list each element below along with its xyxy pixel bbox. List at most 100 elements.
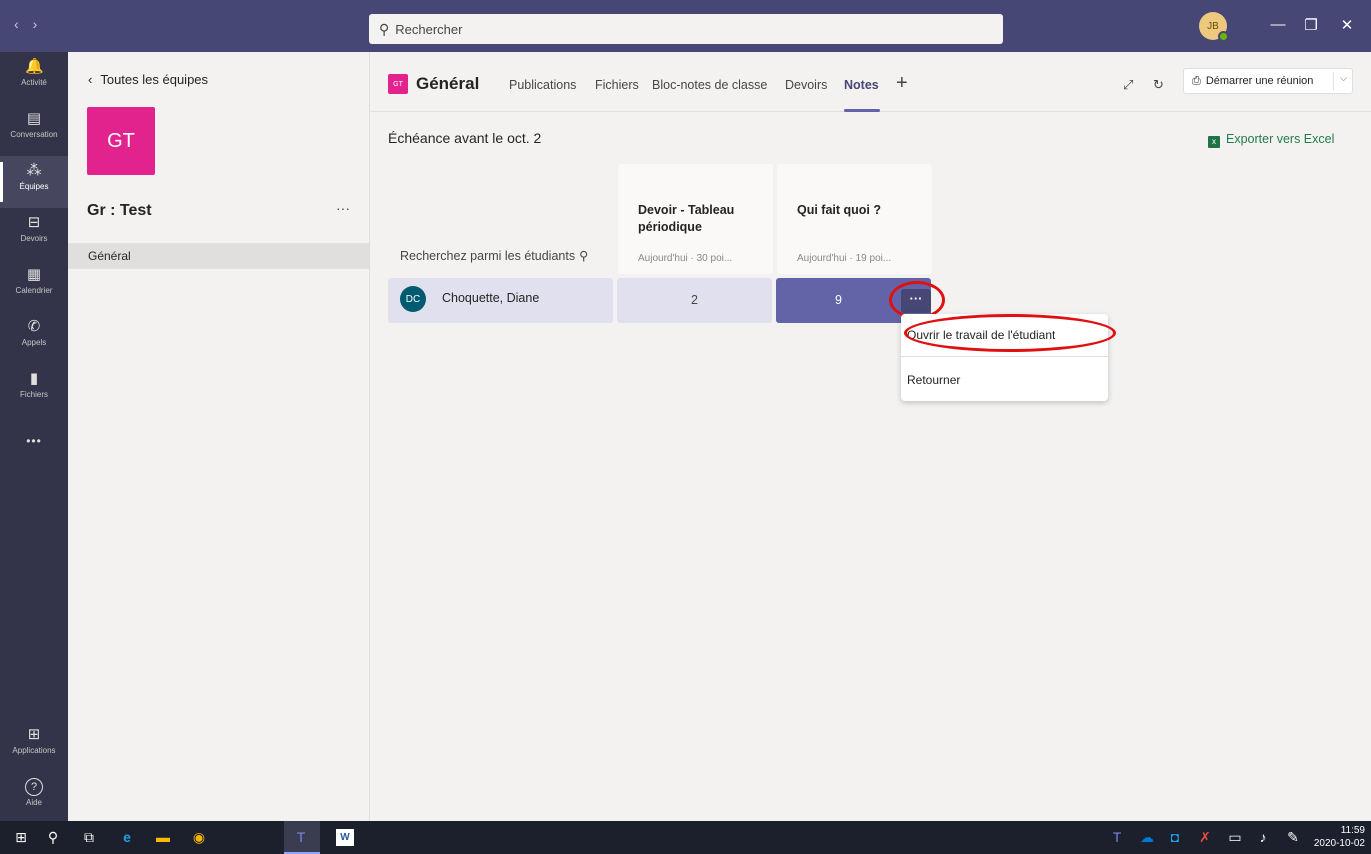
team-name: Gr : Test [87,202,152,219]
rail-item-label: Devoirs [20,234,48,243]
clock-date: 2020-10-02 [1313,838,1365,849]
tab-grades[interactable]: Notes [844,78,879,92]
rail-item-label: Équipes [19,182,49,191]
teams-tray-icon[interactable]: T [1108,829,1126,846]
rail-item-files[interactable]: ▮ Fichiers [0,364,68,416]
all-teams-label: Toutes les équipes [100,72,209,87]
windows-taskbar: ⊞ ⚲ ⧉ e ▬ ◉ T W T ☁ ◘ ✗ ▭ ♪ ✎ 11:59 2020… [0,821,1371,854]
start-meeting-label: Démarrer une réunion [1205,75,1314,87]
tab-assignments[interactable]: Devoirs [785,78,827,92]
app-rail: 🔔 Activité ▤ Conversation ⁂ Équipes ⊟ De… [0,52,68,821]
assignment-column-header[interactable]: Devoir - Tableau périodique Aujourd'hui … [618,164,773,274]
menu-divider [901,356,1108,357]
onedrive-icon[interactable]: ☁ [1138,829,1156,846]
bell-icon: 🔔 [25,58,44,75]
rail-item-activity[interactable]: 🔔 Activité [0,52,68,104]
chevron-left-icon: ‹ [88,72,93,87]
chat-icon: ▤ [26,110,42,127]
rail-item-label: Applications [12,746,56,755]
close-button[interactable]: ✕ [1337,16,1357,34]
due-date-heading: Échéance avant le oct. 2 [388,130,542,146]
search-input[interactable]: ⚲ Rechercher [369,14,1003,44]
chrome-icon[interactable]: ◉ [190,829,208,846]
student-name: Choquette, Diane [442,291,540,305]
add-tab-button[interactable]: + [896,72,908,95]
main-content: GT Général Publications Fichiers Bloc-no… [371,52,1371,821]
student-avatar: DC [400,286,426,312]
grade-cell[interactable]: 2 [617,278,772,323]
minimize-button[interactable]: — [1268,16,1288,33]
channel-item-general[interactable]: Général [68,243,369,269]
rail-item-label: Activité [21,78,47,87]
apps-icon: ⊞ [27,726,41,743]
tab-publications[interactable]: Publications [509,78,576,92]
file-explorer-icon[interactable]: ▬ [154,829,172,846]
rail-item-label: Calendrier [15,286,53,295]
divider [1333,72,1334,90]
rail-more-button[interactable]: ••• [0,426,68,478]
rail-item-calendar[interactable]: ▦ Calendrier [0,260,68,312]
pen-icon[interactable]: ✎ [1284,829,1302,846]
team-more-options-button[interactable]: ··· [336,200,350,216]
excel-icon: x [1208,136,1220,148]
expand-icon[interactable]: ⤢ [1123,77,1133,93]
rail-item-teams[interactable]: ⁂ Équipes [0,156,68,208]
export-to-excel-link[interactable]: x Exporter vers Excel [1208,132,1334,148]
tray-app-icon[interactable]: ✗ [1196,829,1214,846]
refresh-icon[interactable]: ↻ [1153,77,1164,93]
user-initials: JB [1207,20,1219,32]
chevron-down-icon[interactable]: ⌵ [1340,73,1347,84]
channel-header: GT Général Publications Fichiers Bloc-no… [371,52,1371,112]
rail-item-label: Fichiers [19,390,48,399]
task-view-icon[interactable]: ⧉ [80,829,98,846]
volume-icon[interactable]: ♪ [1254,829,1272,846]
word-icon[interactable]: W [336,829,354,846]
title-bar: ‹› ⚲ Rechercher JB — ❐ ✕ [0,0,1371,52]
assignment-meta: Aujourd'hui · 30 poi... [638,253,733,264]
more-icon: ••• [26,434,42,448]
rail-item-conversation[interactable]: ▤ Conversation [0,104,68,156]
forward-arrow-icon[interactable]: › [33,16,52,32]
back-arrow-icon[interactable]: ‹ [14,16,33,32]
active-tab-indicator [844,109,880,112]
user-avatar[interactable]: JB [1199,12,1229,42]
teams-icon: ⁂ [26,162,42,179]
restore-button[interactable]: ❐ [1301,16,1321,34]
search-icon: ⚲ [379,20,390,37]
tab-files[interactable]: Fichiers [595,78,639,92]
network-icon[interactable]: ▭ [1226,829,1244,846]
all-teams-link[interactable]: ‹ Toutes les équipes [88,72,208,87]
rail-item-calls[interactable]: ✆ Appels [0,312,68,364]
windows-start-icon[interactable]: ⊞ [12,829,30,846]
tab-class-notebook[interactable]: Bloc-notes de classe [652,78,767,92]
rail-item-apps[interactable]: ⊞ Applications [0,720,68,772]
assignment-meta: Aujourd'hui · 19 poi... [797,253,892,264]
rail-item-help[interactable]: ? Aide [0,772,68,824]
rail-item-label: Conversation [10,130,58,139]
rail-item-assignments[interactable]: ⊟ Devoirs [0,208,68,260]
channel-title: Général [416,74,480,93]
search-icon: ⚲ [579,249,589,263]
grade-value: 9 [835,293,842,307]
assignment-column-header[interactable]: Qui fait quoi ? Aujourd'hui · 19 poi... [777,164,932,274]
search-placeholder: Rechercher [395,21,463,37]
start-meeting-button[interactable]: ⎙ Démarrer une réunion ⌵ [1183,68,1353,94]
channel-team-badge: GT [388,74,408,94]
menu-item-return[interactable]: Retourner [907,373,960,387]
presence-available-icon [1218,31,1229,42]
teams-taskbar-icon[interactable]: T [292,829,310,846]
backpack-icon: ⊟ [27,214,41,231]
file-icon: ▮ [29,370,39,387]
outlook-tray-icon[interactable]: ◘ [1166,829,1184,846]
rail-item-label: Appels [21,338,47,347]
student-row[interactable]: DC Choquette, Diane [388,278,613,323]
search-icon[interactable]: ⚲ [44,829,62,846]
team-avatar: GT [87,107,155,175]
help-icon: ? [25,778,43,796]
video-camera-icon: ⎙ [1192,74,1201,87]
student-search-input[interactable]: Recherchez parmi les étudiants ⚲ [400,248,588,263]
clock-time: 11:59 [1340,825,1365,836]
edge-icon[interactable]: e [118,829,136,846]
system-clock[interactable]: 11:59 2020-10-02 [1314,824,1365,850]
team-panel: ‹ Toutes les équipes GT Gr : Test ··· Gén… [68,52,370,821]
